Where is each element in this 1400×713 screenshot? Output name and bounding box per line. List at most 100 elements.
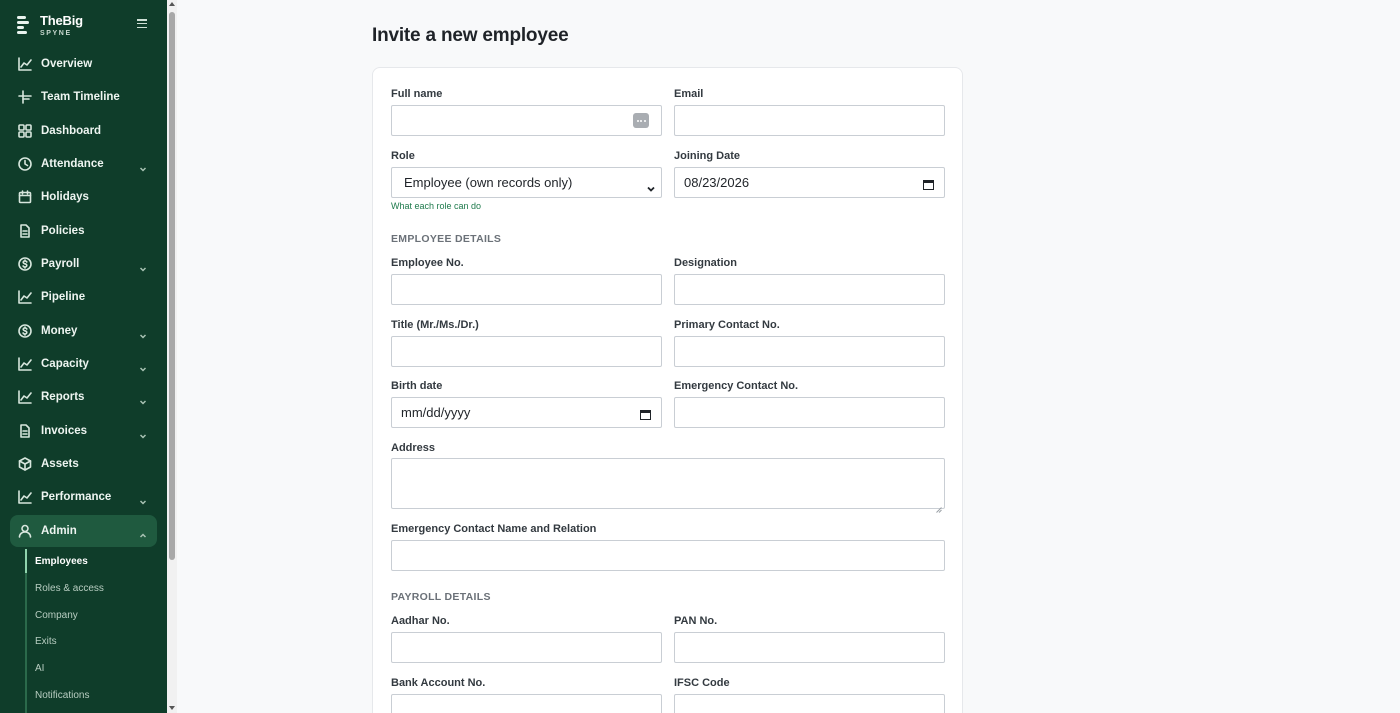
sidebar-item-label: Pipeline [41, 291, 86, 303]
sidebar-item-label: Payroll [41, 258, 80, 270]
emergency-contact-label: Emergency Contact No. [674, 380, 799, 392]
sidebar-item-attendance[interactable]: Attendance [10, 150, 157, 178]
sidebar-item-money[interactable]: Money [10, 317, 157, 345]
document-icon [18, 424, 32, 438]
address-label: Address [391, 442, 436, 454]
sidebar-item-label: Team Timeline [41, 91, 120, 103]
invite-form-card: Full name Email Role Employee (own recor… [372, 67, 963, 713]
sidebar-item-label: Reports [41, 391, 85, 403]
primary-contact-label: Primary Contact No. [674, 319, 780, 331]
aadhar-input[interactable] [391, 632, 662, 663]
sidebar-item-payroll[interactable]: Payroll [10, 250, 157, 278]
chevron-down-icon[interactable] [139, 160, 147, 172]
emergency-name-input[interactable] [391, 540, 945, 571]
sidebar-item-holidays[interactable]: Holidays [10, 183, 157, 211]
chevron-down-icon[interactable] [139, 393, 147, 405]
scrollbar-thumb[interactable] [169, 12, 175, 560]
chevron-down-icon[interactable] [139, 327, 147, 339]
role-selected-value: Employee (own records only) [404, 175, 573, 190]
subitem-roles-access[interactable]: Roles & access [35, 583, 104, 594]
title-label: Title (Mr./Ms./Dr.) [391, 319, 479, 331]
line-chart-icon [18, 290, 32, 304]
full-name-input[interactable] [391, 105, 662, 136]
submenu-rail [25, 549, 27, 713]
line-chart-icon [18, 490, 32, 504]
chevron-down-icon[interactable] [139, 360, 147, 372]
sidebar-item-overview[interactable]: Overview [10, 50, 157, 78]
clock-icon [18, 157, 32, 171]
sidebar-item-label: Assets [41, 458, 79, 470]
sidebar-item-label: Admin [41, 525, 77, 537]
chevron-down-icon[interactable] [139, 427, 147, 439]
primary-contact-input[interactable] [674, 336, 945, 367]
pan-input[interactable] [674, 632, 945, 663]
payroll-details-heading: PAYROLL DETAILS [391, 591, 491, 603]
role-select[interactable]: Employee (own records only) [391, 167, 662, 198]
hamburger-menu-icon[interactable] [137, 19, 147, 28]
designation-input[interactable] [674, 274, 945, 305]
role-help-link[interactable]: What each role can do [391, 201, 481, 211]
sidebar-item-dashboard[interactable]: Dashboard [10, 117, 157, 145]
ifsc-label: IFSC Code [674, 677, 730, 689]
subitem-company[interactable]: Company [35, 610, 78, 621]
sidebar-scrollbar[interactable] [167, 0, 177, 713]
box-icon [18, 457, 32, 471]
sidebar-item-pipeline[interactable]: Pipeline [10, 283, 157, 311]
logo-icon [17, 16, 29, 34]
address-textarea[interactable] [391, 458, 945, 513]
emergency-contact-input[interactable] [674, 397, 945, 428]
sidebar-item-label: Dashboard [41, 125, 102, 137]
role-label: Role [391, 150, 415, 162]
scroll-up-arrow-icon[interactable] [169, 2, 175, 6]
line-chart-icon [18, 57, 32, 71]
subitem-ai[interactable]: AI [35, 663, 44, 674]
calendar-icon[interactable] [923, 177, 934, 190]
sidebar-item-team-timeline[interactable]: Team Timeline [10, 83, 157, 111]
subitem-exits[interactable]: Exits [35, 636, 57, 647]
chevron-down-icon [647, 180, 655, 192]
birth-date-placeholder: mm/dd/yyyy [401, 405, 471, 420]
sidebar-item-label: Policies [41, 225, 85, 237]
sidebar-item-label: Invoices [41, 425, 88, 437]
email-input[interactable] [674, 105, 945, 136]
aadhar-label: Aadhar No. [391, 615, 450, 627]
page-title: Invite a new employee [372, 25, 569, 46]
joining-date-label: Joining Date [674, 150, 741, 162]
brand-name: TheBig [40, 12, 83, 28]
subitem-notifications[interactable]: Notifications [35, 690, 89, 701]
dollar-circle-icon [18, 324, 32, 338]
calendar-icon [18, 190, 32, 204]
calendar-icon[interactable] [640, 407, 651, 420]
employee-no-input[interactable] [391, 274, 662, 305]
sidebar: TheBig SPYNE Overview Team Timeline Dash… [0, 0, 167, 713]
email-label: Email [674, 88, 704, 100]
bank-account-input[interactable] [391, 694, 662, 713]
chevron-down-icon[interactable] [139, 260, 147, 272]
sidebar-item-assets[interactable]: Assets [10, 450, 157, 478]
sidebar-item-reports[interactable]: Reports [10, 383, 157, 411]
line-chart-icon [18, 390, 32, 404]
sidebar-item-admin[interactable]: Admin [10, 515, 157, 547]
user-icon [18, 524, 32, 538]
sidebar-item-invoices[interactable]: Invoices [10, 417, 157, 445]
bank-account-label: Bank Account No. [391, 677, 486, 689]
sidebar-item-policies[interactable]: Policies [10, 217, 157, 245]
birth-date-input[interactable]: mm/dd/yyyy [391, 397, 662, 428]
brand-subtitle: SPYNE [40, 29, 72, 37]
sidebar-item-label: Holidays [41, 191, 89, 203]
birth-date-label: Birth date [391, 380, 443, 392]
scroll-down-arrow-icon[interactable] [169, 706, 175, 710]
brand[interactable]: TheBig SPYNE [0, 0, 167, 50]
joining-date-input[interactable]: 08/23/2026 [674, 167, 945, 198]
pan-label: PAN No. [674, 615, 718, 627]
ifsc-input[interactable] [674, 694, 945, 713]
sidebar-item-capacity[interactable]: Capacity [10, 350, 157, 378]
chevron-up-icon[interactable] [139, 527, 147, 538]
sidebar-item-label: Overview [41, 58, 93, 70]
subitem-employees[interactable]: Employees [35, 556, 88, 567]
sidebar-item-performance[interactable]: Performance [10, 483, 157, 511]
chevron-down-icon[interactable] [139, 493, 147, 505]
title-input[interactable] [391, 336, 662, 367]
password-manager-icon[interactable] [633, 113, 649, 128]
resize-handle-icon[interactable] [936, 500, 942, 513]
